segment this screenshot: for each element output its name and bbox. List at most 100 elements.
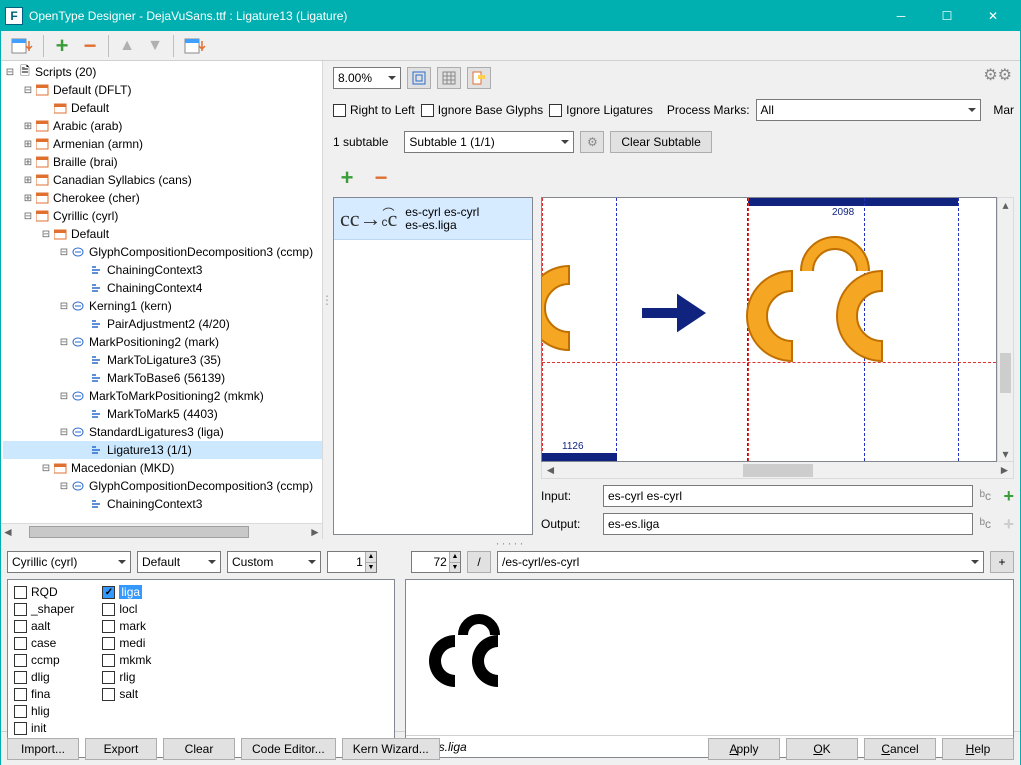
subtable-list[interactable]: cc→⌒cc es-cyrl es-cyrl es-es.liga <box>333 197 533 535</box>
horizontal-splitter[interactable] <box>1 539 1020 547</box>
move-up-button[interactable]: ▲ <box>115 34 139 58</box>
feature-_shaper[interactable]: _shaper <box>14 601 74 617</box>
tree-item[interactable]: ChainingContext4 <box>3 279 322 297</box>
import-button[interactable]: Import... <box>7 738 79 760</box>
feature-RQD[interactable]: RQD <box>14 584 74 600</box>
preview-mode-combo[interactable]: Custom <box>227 551 321 573</box>
feature-locl[interactable]: locl <box>102 601 151 617</box>
link-icon[interactable]: ⚙ <box>580 131 604 153</box>
tree-root[interactable]: ⊟🗎Scripts (20) <box>3 63 322 81</box>
ignore-liga-checkbox[interactable]: Ignore Ligatures <box>549 103 653 117</box>
tree-item[interactable]: ⊞Arabic (arab) <box>3 117 322 135</box>
new-clean-icon[interactable] <box>7 34 37 58</box>
feature-fina[interactable]: fina <box>14 686 74 702</box>
settings-gear-icon[interactable]: ⚙⚙ <box>983 65 1012 85</box>
preview-index-spin[interactable]: ▲▼ <box>327 551 377 573</box>
move-down-button[interactable]: ▼ <box>143 34 167 58</box>
output-add-button: + <box>1003 514 1014 535</box>
cancel-button[interactable]: Cancel <box>864 738 936 760</box>
tree-item[interactable]: MarkToMark5 (4403) <box>3 405 322 423</box>
minimize-button[interactable]: ─ <box>878 1 924 31</box>
tree-item[interactable]: PairAdjustment2 (4/20) <box>3 315 322 333</box>
tree-item[interactable]: ⊟Default <box>3 225 322 243</box>
preview-lang-combo[interactable]: Default <box>137 551 221 573</box>
tree-item[interactable]: Ligature13 (1/1) <box>3 441 322 459</box>
code-editor-button[interactable]: Code Editor... <box>241 738 336 760</box>
subtable-combo[interactable]: Subtable 1 (1/1) <box>404 131 574 153</box>
highlight-icon[interactable] <box>467 67 491 89</box>
subtable-add-button[interactable]: + <box>335 166 359 190</box>
clear-button[interactable]: Clear <box>163 738 235 760</box>
preview-output-box: /es-es.liga <box>405 579 1014 758</box>
feature-liga[interactable]: liga <box>102 584 151 600</box>
rtl-checkbox[interactable]: Right to Left <box>333 103 415 117</box>
close-button[interactable]: ✕ <box>970 1 1016 31</box>
tree-item[interactable]: ChainingContext3 <box>3 495 322 513</box>
feature-init[interactable]: init <box>14 720 74 736</box>
preview-size-spin[interactable]: ▲▼ <box>411 551 461 573</box>
feature-ccmp[interactable]: ccmp <box>14 652 74 668</box>
script-tree[interactable]: ⊟🗎Scripts (20)⊟Default (DFLT)Default⊞Ara… <box>1 61 322 513</box>
subtable-remove-button[interactable]: − <box>369 166 393 190</box>
input-add-button[interactable]: + <box>1003 486 1014 507</box>
tree-item[interactable]: MarkToLigature3 (35) <box>3 351 322 369</box>
feature-case[interactable]: case <box>14 635 74 651</box>
preview-add-button[interactable]: + <box>990 551 1014 573</box>
apply-button[interactable]: Apply <box>708 738 780 760</box>
tree-item[interactable]: ⊟Macedonian (MKD) <box>3 459 322 477</box>
glyph-preview-wrap: 2098 <box>541 197 1014 535</box>
maximize-button[interactable]: ☐ <box>924 1 970 31</box>
feature-salt[interactable]: salt <box>102 686 151 702</box>
process-marks-combo[interactable]: All <box>756 99 982 121</box>
export-button[interactable]: Export <box>85 738 157 760</box>
feature-rlig[interactable]: rlig <box>102 669 151 685</box>
tree-item[interactable]: ⊟Default (DFLT) <box>3 81 322 99</box>
subtable-count: 1 subtable <box>333 135 388 149</box>
feature-aalt[interactable]: aalt <box>14 618 74 634</box>
tree-item[interactable]: MarkToBase6 (56139) <box>3 369 322 387</box>
tree-item[interactable]: ⊟GlyphCompositionDecomposition3 (ccmp) <box>3 243 322 261</box>
grid-icon[interactable] <box>437 67 461 89</box>
feature-mark[interactable]: mark <box>102 618 151 634</box>
fit-icon[interactable] <box>407 67 431 89</box>
feature-dlig[interactable]: dlig <box>14 669 74 685</box>
tree-hscroll[interactable]: ◄► <box>1 523 322 539</box>
add-button[interactable]: + <box>50 34 74 58</box>
ignore-base-checkbox[interactable]: Ignore Base Glyphs <box>421 103 543 117</box>
canvas-vscroll[interactable]: ▴ ▾ <box>997 197 1014 462</box>
clear-subtable-button[interactable]: Clear Subtable <box>610 131 711 153</box>
output-label: Output: <box>541 517 597 531</box>
tree-item[interactable]: ⊞Canadian Syllabics (cans) <box>3 171 322 189</box>
feature-hlig[interactable]: hlig <box>14 703 74 719</box>
glyph-canvas[interactable]: 2098 <box>541 197 997 462</box>
tree-item[interactable]: ⊟GlyphCompositionDecomposition3 (ccmp) <box>3 477 322 495</box>
remove-button[interactable]: − <box>78 34 102 58</box>
canvas-hscroll[interactable]: ◄► <box>541 462 1014 479</box>
output-field[interactable]: es-es.liga <box>603 513 973 535</box>
feature-selector[interactable]: RQD_shaperaaltcaseccmpdligfinahliginitke… <box>7 579 395 758</box>
tree-item[interactable]: ⊟MarkToMarkPositioning2 (mkmk) <box>3 387 322 405</box>
zoom-combo[interactable]: 8.00% <box>333 67 401 89</box>
feature-medi[interactable]: medi <box>102 635 151 651</box>
tree-item[interactable]: ⊞Braille (brai) <box>3 153 322 171</box>
tree-item[interactable]: ⊞Armenian (armn) <box>3 135 322 153</box>
tree-item[interactable]: ChainingContext3 <box>3 261 322 279</box>
tree-item[interactable]: Default <box>3 99 322 117</box>
subtable-item[interactable]: cc→⌒cc es-cyrl es-cyrl es-es.liga <box>334 198 532 240</box>
tree-item[interactable]: ⊟StandardLigatures3 (liga) <box>3 423 322 441</box>
tree-item[interactable]: ⊞Cherokee (cher) <box>3 189 322 207</box>
preview-script-combo[interactable]: Cyrillic (cyrl) <box>7 551 131 573</box>
vertical-splitter[interactable] <box>323 61 331 539</box>
edit-clean-icon[interactable] <box>180 34 210 58</box>
app-icon: F <box>5 7 23 25</box>
input-field[interactable]: es-cyrl es-cyrl <box>603 485 973 507</box>
ok-button[interactable]: OK <box>786 738 858 760</box>
slash-button[interactable]: / <box>467 551 491 573</box>
preview-path-combo[interactable]: /es-cyrl/es-cyrl <box>497 551 984 573</box>
help-button[interactable]: Help <box>942 738 1014 760</box>
tree-item[interactable]: ⊟Kerning1 (kern) <box>3 297 322 315</box>
kern-wizard-button[interactable]: Kern Wizard... <box>342 738 440 760</box>
feature-mkmk[interactable]: mkmk <box>102 652 151 668</box>
tree-item[interactable]: ⊟Cyrillic (cyrl) <box>3 207 322 225</box>
tree-item[interactable]: ⊟MarkPositioning2 (mark) <box>3 333 322 351</box>
